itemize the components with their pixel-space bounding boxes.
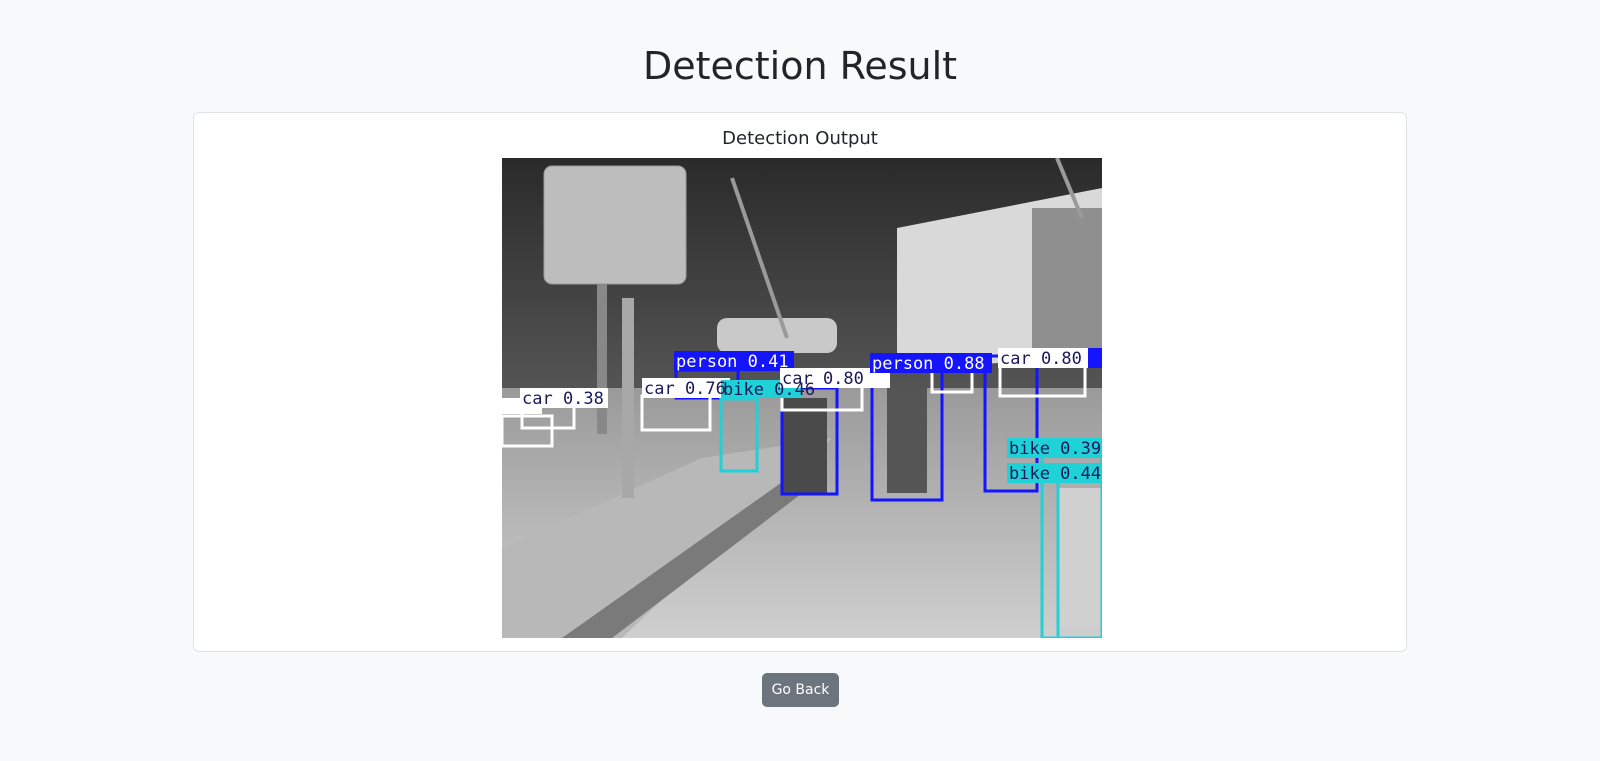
detection-image-canvas: person 0.41 car 0.76 car 0.38 bike 0.46 …: [502, 158, 1102, 638]
billboard-pole: [597, 284, 607, 434]
background-tanker: [717, 318, 837, 353]
label-car-038: car 0.38: [522, 389, 604, 409]
detection-card: Detection Output person 0.41 car 0.76 ca…: [193, 112, 1407, 652]
label-car-080-right: car 0.80: [1000, 349, 1082, 369]
pedestrian-shape-1: [782, 398, 827, 493]
billboard: [543, 165, 687, 285]
label-bike-044: bike 0.44: [1009, 464, 1101, 484]
label-person-088: person 0.88: [872, 354, 985, 374]
label-bg-person-edge: [1088, 348, 1102, 368]
label-bike-039: bike 0.39: [1009, 439, 1101, 459]
motorbike-shape: [1057, 488, 1102, 628]
detection-output-image: person 0.41 car 0.76 car 0.38 bike 0.46 …: [502, 158, 1102, 638]
card-title: Detection Output: [722, 128, 878, 149]
label-car-080-center: car 0.80: [782, 369, 864, 389]
signpost: [622, 298, 634, 498]
label-car-076: car 0.76: [644, 379, 726, 399]
building-sign: [1032, 208, 1102, 348]
page-title: Detection Result: [642, 44, 958, 88]
label-person-041: person 0.41: [676, 352, 789, 372]
pedestrian-shape-2: [887, 388, 927, 493]
go-back-button[interactable]: Go Back: [762, 673, 839, 707]
